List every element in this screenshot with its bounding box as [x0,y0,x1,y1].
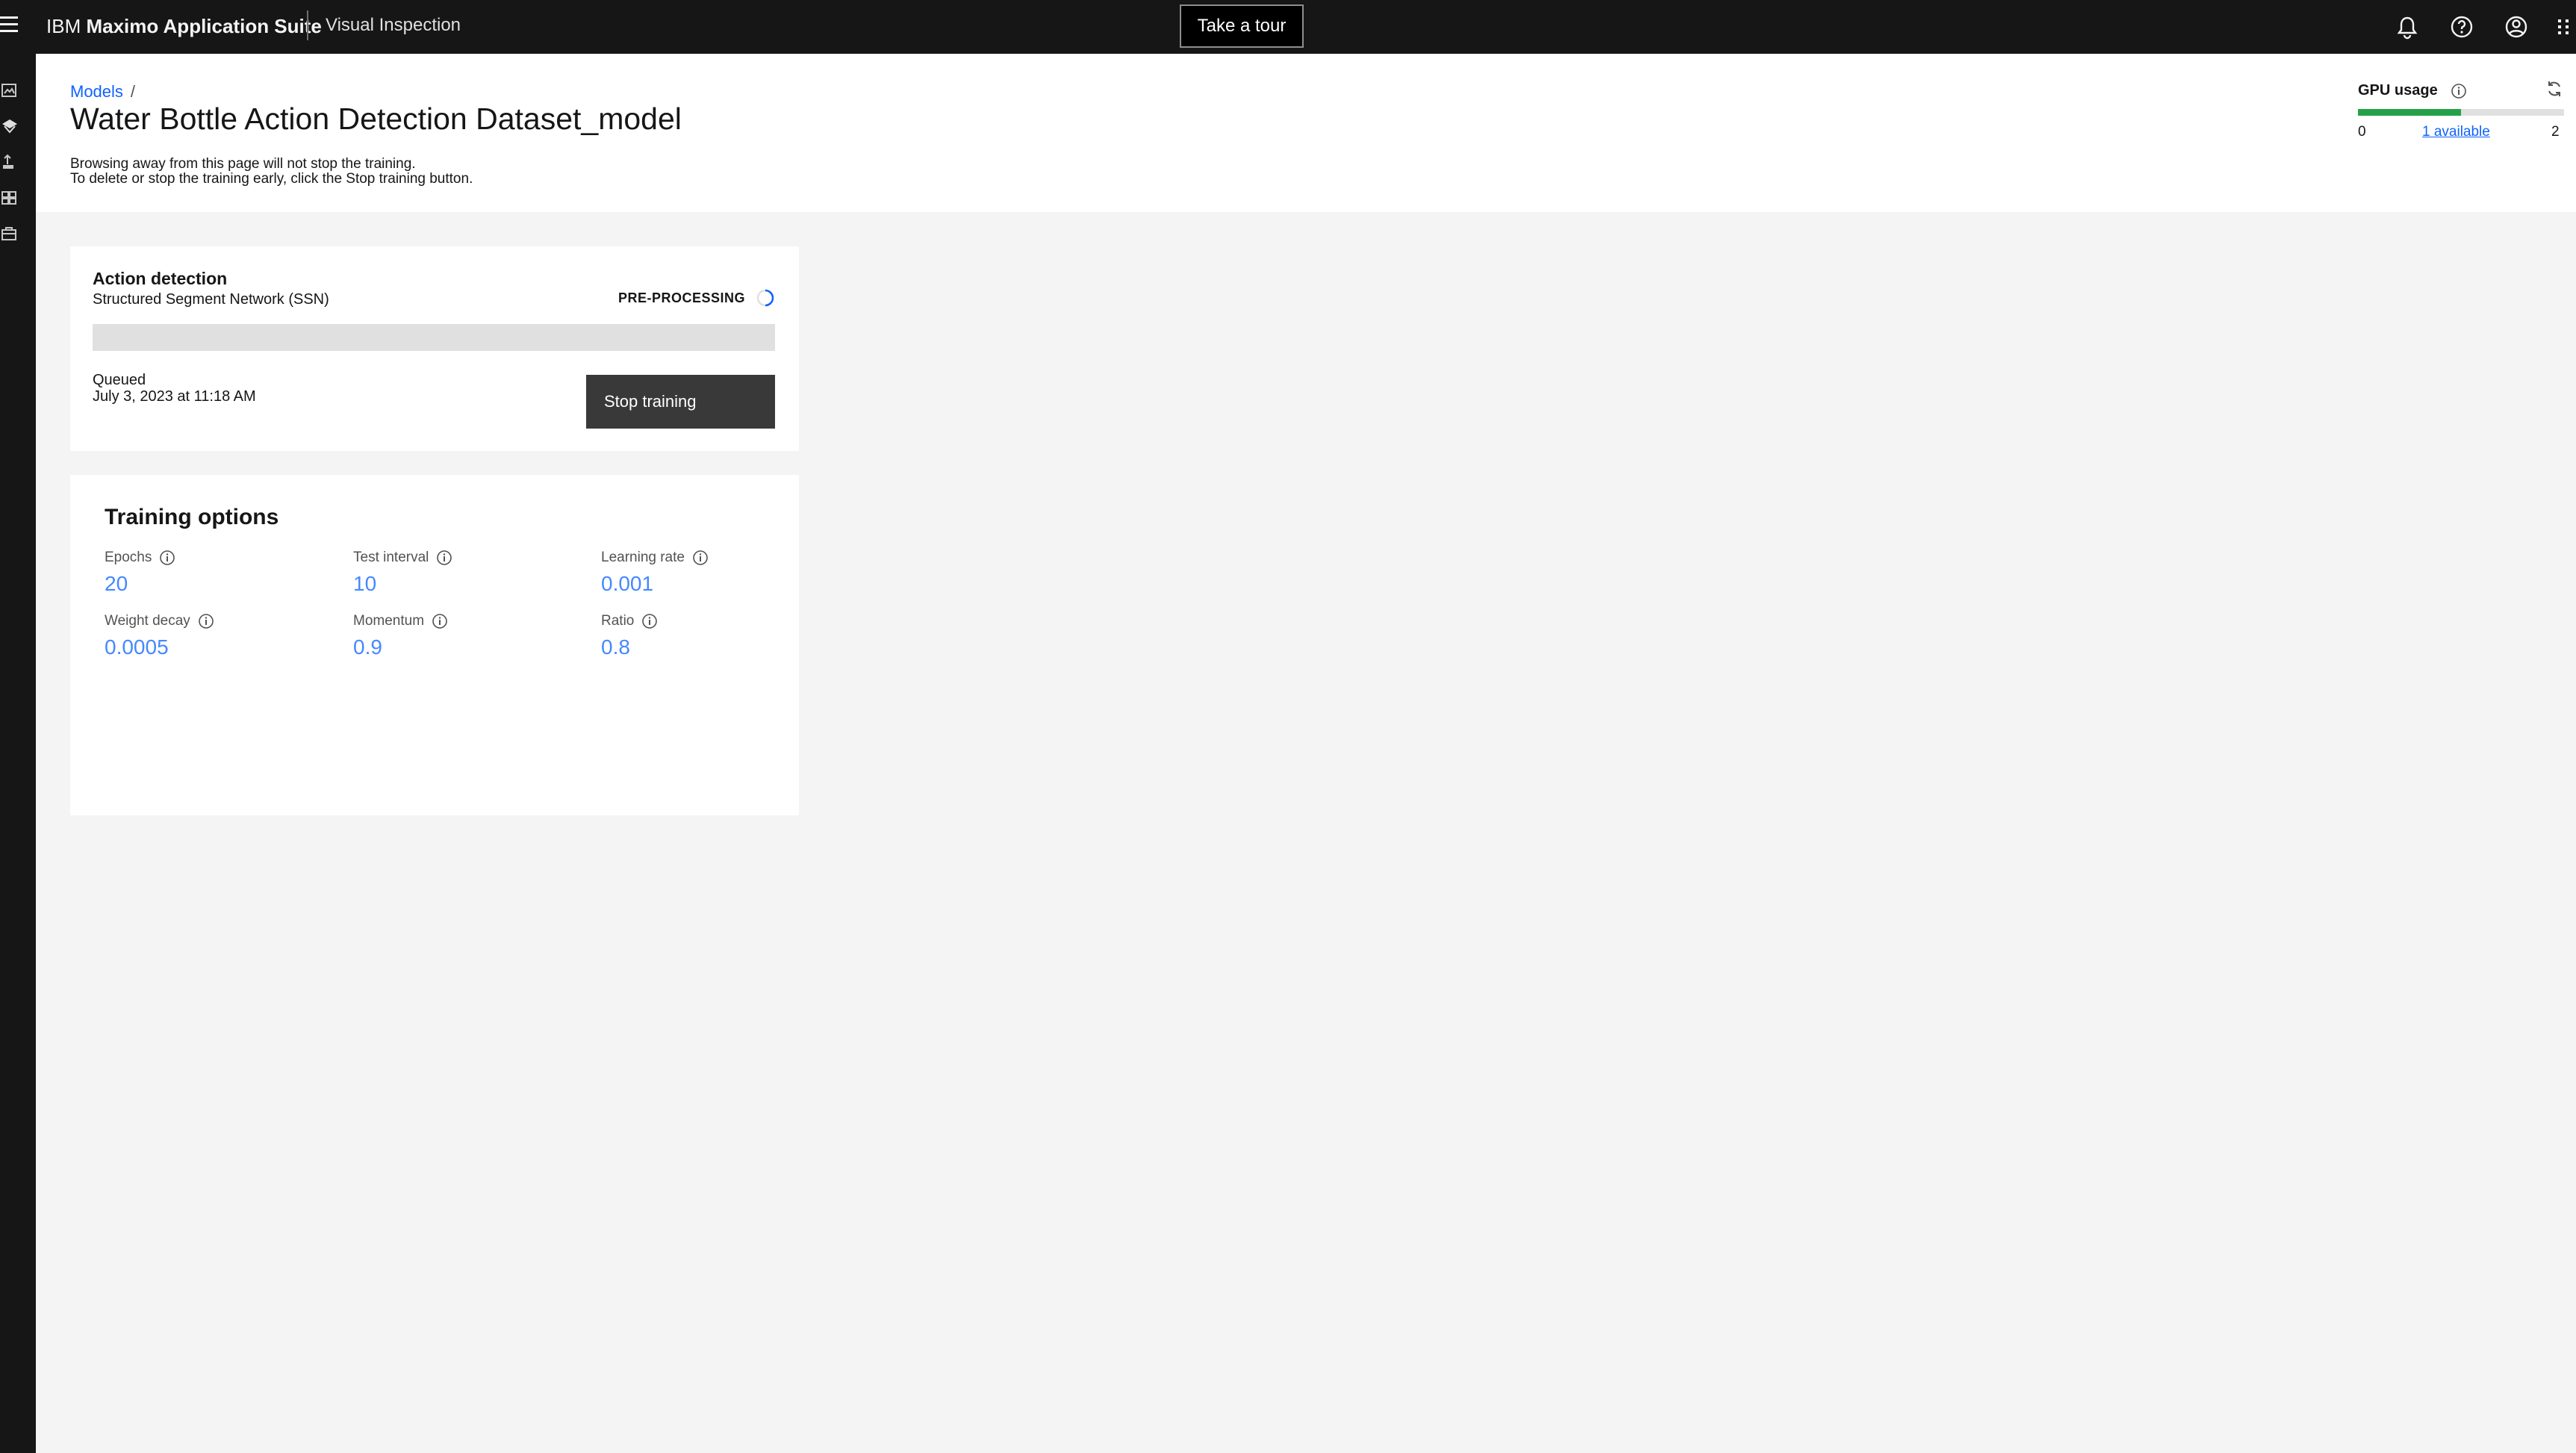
gpu-usage-label: GPU usage [2358,82,2438,99]
loading-spinner-icon [756,288,775,308]
brand-prefix: IBM [46,15,81,37]
take-a-tour-button[interactable]: Take a tour [1180,4,1304,48]
training-note-line2: To delete or stop the training early, cl… [70,171,473,187]
help-icon[interactable] [2448,13,2475,40]
breadcrumb-separator: / [130,82,136,101]
gpu-max-value: 2 [2551,124,2560,140]
user-avatar-icon[interactable] [2503,13,2530,40]
training-progress-bar [93,324,775,351]
queued-date: July 3, 2023 at 11:18 AM [93,388,256,405]
refresh-icon[interactable] [2545,79,2564,99]
data-sets-grid-icon[interactable] [0,188,19,208]
info-icon[interactable] [641,613,658,629]
option-weight-decay: Weight decay 0.0005 [105,613,214,659]
option-label: Ratio [601,613,635,629]
header-divider [307,10,308,40]
gpu-usage-bar [2358,109,2564,116]
brand-name[interactable]: IBM Maximo Application Suite [46,15,322,38]
edge-icon[interactable] [0,224,19,243]
side-navigation [0,54,36,1453]
models-icon[interactable] [0,116,19,136]
info-icon[interactable] [436,550,452,566]
page-title: Water Bottle Action Detection Dataset_mo… [70,102,682,136]
training-options-card: Training options Epochs 20 Test interval… [70,475,799,815]
deploy-icon[interactable] [0,152,19,172]
option-value: 0.0005 [105,635,169,659]
option-label: Test interval [353,550,429,565]
option-value: 0.9 [353,635,382,659]
option-learning-rate: Learning rate 0.001 [601,550,709,596]
gpu-available-link[interactable]: 1 available [2422,124,2490,140]
product-name: Visual Inspection [326,15,461,35]
training-note-line1: Browsing away from this page will not st… [70,156,416,172]
network-name: Structured Segment Network (SSN) [93,291,329,308]
menu-icon[interactable] [0,16,19,37]
option-value: 0.001 [601,572,654,595]
datasets-icon[interactable] [0,81,19,100]
queued-label: Queued [93,372,146,388]
option-epochs: Epochs 20 [105,550,175,596]
info-icon[interactable] [159,550,175,566]
option-test-interval: Test interval 10 [353,550,452,596]
info-icon[interactable] [692,550,709,566]
stop-training-button[interactable]: Stop training [586,375,775,429]
app-switcher-icon[interactable] [2554,13,2576,40]
training-status-card: Action detection Structured Segment Netw… [70,246,799,451]
option-label: Epochs [105,550,152,565]
option-ratio: Ratio 0.8 [601,613,658,659]
info-icon[interactable] [198,613,214,629]
notification-icon[interactable] [2394,13,2421,40]
option-value: 10 [353,572,377,595]
training-options-heading: Training options [105,505,279,529]
gpu-usage-fill [2358,109,2461,116]
option-label: Weight decay [105,613,190,629]
info-icon[interactable] [2451,83,2467,99]
app-header: IBM Maximo Application Suite Visual Insp… [0,0,2576,54]
option-value: 20 [105,572,128,595]
option-value: 0.8 [601,635,630,659]
info-icon[interactable] [432,613,448,629]
model-type: Action detection [93,269,228,288]
option-label: Learning rate [601,550,685,565]
breadcrumb-models-link[interactable]: Models [70,82,123,101]
gpu-min-value: 0 [2358,124,2366,140]
breadcrumb: Models / [70,82,135,102]
option-momentum: Momentum 0.9 [353,613,448,659]
status-badge: PRE-PROCESSING [618,290,746,305]
brand-suite: Maximo Application Suite [86,15,322,37]
option-label: Momentum [353,613,425,629]
